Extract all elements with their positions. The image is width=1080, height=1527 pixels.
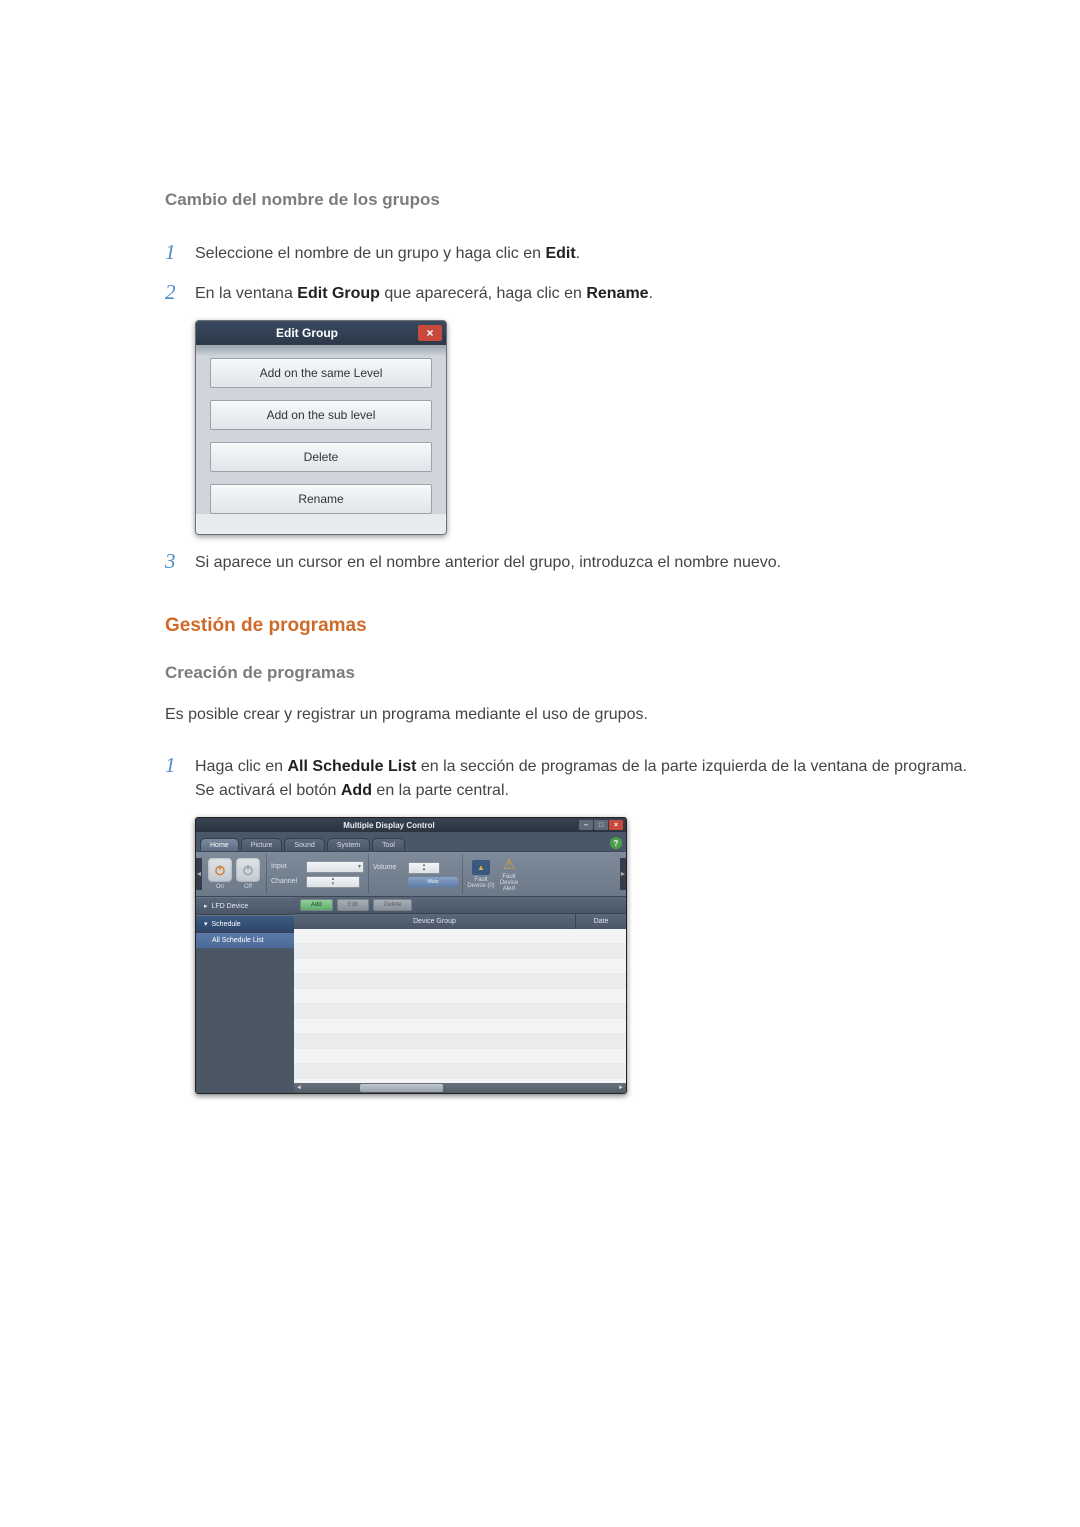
- table-row: [294, 1034, 626, 1049]
- mdc-window: Multiple Display Control – □ × Home Pict…: [195, 817, 627, 1094]
- table-body: [294, 929, 626, 1083]
- scroll-right-icon[interactable]: ►: [616, 1083, 626, 1093]
- ribbon: ◄ On Off: [196, 851, 626, 897]
- input-select[interactable]: ▾: [306, 861, 364, 873]
- window-titlebar: Multiple Display Control – □ ×: [196, 818, 626, 832]
- tab-home[interactable]: Home: [200, 838, 239, 851]
- table-row: [294, 1004, 626, 1019]
- channel-stepper[interactable]: ▴ ▾: [306, 876, 360, 888]
- chevron-right-icon: ▸: [204, 902, 208, 910]
- heading-schedule-management: Gestión de programas: [165, 615, 980, 637]
- mdc-window-figure: Multiple Display Control – □ × Home Pict…: [195, 817, 980, 1094]
- maximize-icon[interactable]: □: [594, 820, 608, 830]
- add-sub-level-button[interactable]: Add on the sub level: [210, 400, 432, 430]
- step-text: Haga clic en All Schedule List en la sec…: [195, 753, 980, 803]
- sidebar-empty: [196, 948, 294, 1093]
- tab-bar: Home Picture Sound System Tool ?: [196, 832, 626, 851]
- table-header: Device Group Date: [294, 913, 626, 929]
- edit-group-dialog: Edit Group × Add on the same Level Add o…: [195, 320, 447, 535]
- volume-label: Volume: [373, 864, 405, 871]
- delete-button[interactable]: Delete: [210, 442, 432, 472]
- stepper-down-icon[interactable]: ▾: [332, 882, 335, 887]
- volume-stepper[interactable]: ▴ ▾: [408, 862, 440, 874]
- mute-button[interactable]: Mute: [408, 877, 458, 887]
- ribbon-arrow-right-icon[interactable]: ►: [620, 858, 626, 890]
- monitor-warning-icon: ▲: [472, 860, 490, 875]
- ribbon-power-section: On Off: [202, 854, 267, 894]
- table-row: [294, 1064, 626, 1079]
- fault-device-button[interactable]: ▲ Fault Device (0): [467, 860, 495, 889]
- step-number: 3: [165, 549, 195, 574]
- fault-alert-button[interactable]: ⚠ Fault Device Alert: [495, 857, 523, 892]
- stepper-down-icon[interactable]: ▾: [423, 868, 426, 873]
- column-device-group: Device Group: [294, 914, 576, 929]
- intro-paragraph: Es posible crear y registrar un programa…: [165, 703, 980, 727]
- ribbon-fault-section: ▲ Fault Device (0) ⚠ Fault Device Alert: [463, 854, 527, 894]
- chevron-down-icon: ▾: [204, 920, 208, 928]
- heading-schedule-create: Creación de programas: [165, 663, 980, 683]
- step-2: 2 En la ventana Edit Group que aparecerá…: [165, 280, 980, 306]
- table-row: [294, 959, 626, 974]
- chevron-down-icon: ▾: [358, 863, 361, 870]
- warning-icon: ⚠: [500, 857, 518, 872]
- content-area: Add Edit Delete Device Group Date: [294, 897, 626, 1093]
- table-row: [294, 929, 626, 944]
- horizontal-scrollbar[interactable]: ◄ ►: [294, 1083, 626, 1093]
- rename-button[interactable]: Rename: [210, 484, 432, 514]
- table-row: [294, 1049, 626, 1064]
- step-text: Seleccione el nombre de un grupo y haga …: [195, 240, 580, 266]
- step-number: 1: [165, 753, 195, 778]
- edit-button[interactable]: Edit: [337, 899, 369, 911]
- sidebar-item-schedule[interactable]: ▾ Schedule: [196, 915, 294, 933]
- power-off-label: Off: [234, 884, 262, 890]
- power-off-button[interactable]: [236, 858, 260, 882]
- schedule-step-1: 1 Haga clic en All Schedule List en la s…: [165, 753, 980, 803]
- input-label: Input: [271, 863, 303, 870]
- sidebar-item-lfd-device[interactable]: ▸ LFD Device: [196, 897, 294, 915]
- tab-system[interactable]: System: [327, 838, 370, 851]
- window-title: Multiple Display Control: [199, 821, 579, 830]
- heading-rename-groups: Cambio del nombre de los grupos: [165, 190, 980, 210]
- ribbon-volume-section: Volume ▴ ▾ Mute: [369, 854, 463, 894]
- add-same-level-button[interactable]: Add on the same Level: [210, 358, 432, 388]
- edit-group-dialog-figure: Edit Group × Add on the same Level Add o…: [195, 320, 980, 535]
- table-row: [294, 944, 626, 959]
- tab-picture[interactable]: Picture: [241, 838, 283, 851]
- table-row: [294, 1019, 626, 1034]
- dialog-titlebar: Edit Group ×: [196, 321, 446, 345]
- column-date: Date: [576, 914, 626, 929]
- table-row: [294, 989, 626, 1004]
- add-button[interactable]: Add: [300, 899, 333, 911]
- delete-button[interactable]: Delete: [373, 899, 412, 911]
- step-text: Si aparece un cursor en el nombre anteri…: [195, 549, 781, 575]
- step-number: 2: [165, 280, 195, 305]
- ribbon-input-section: Input ▾ Channel ▴ ▾: [267, 854, 369, 894]
- step-3: 3 Si aparece un cursor en el nombre ante…: [165, 549, 980, 575]
- scrollbar-thumb[interactable]: [360, 1084, 443, 1092]
- close-icon[interactable]: ×: [418, 325, 442, 341]
- minimize-icon[interactable]: –: [579, 820, 593, 830]
- tab-tool[interactable]: Tool: [372, 838, 405, 851]
- channel-label: Channel: [271, 878, 303, 885]
- tab-sound[interactable]: Sound: [284, 838, 324, 851]
- help-icon[interactable]: ?: [610, 837, 622, 849]
- close-icon[interactable]: ×: [609, 820, 623, 830]
- power-on-label: On: [206, 884, 234, 890]
- sidebar: ▸ LFD Device ▾ Schedule All Schedule Lis…: [196, 897, 294, 1093]
- dialog-title: Edit Group: [196, 326, 418, 340]
- content-toolbar: Add Edit Delete: [294, 897, 626, 913]
- power-on-button[interactable]: [208, 858, 232, 882]
- step-number: 1: [165, 240, 195, 265]
- table-row: [294, 974, 626, 989]
- scroll-left-icon[interactable]: ◄: [294, 1083, 304, 1093]
- step-1: 1 Seleccione el nombre de un grupo y hag…: [165, 240, 980, 266]
- sidebar-item-all-schedule-list[interactable]: All Schedule List: [196, 933, 294, 948]
- step-text: En la ventana Edit Group que aparecerá, …: [195, 280, 653, 306]
